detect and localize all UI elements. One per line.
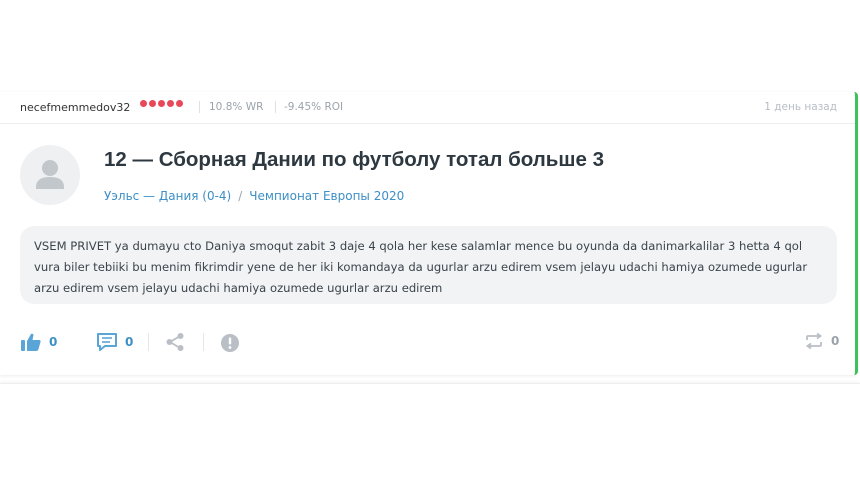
reposts-count: 0 [831,334,840,348]
user-icon [36,160,64,189]
header-divider [199,101,200,113]
breadcrumb-separator: / [238,189,243,203]
share-button[interactable] [165,333,185,351]
comments-button[interactable]: 0 [97,333,133,351]
likes-count: 0 [49,335,58,349]
rating-dot [149,100,156,107]
rating-dot [158,100,165,107]
roi: -9.45% ROI [284,101,344,113]
rating-dot [140,100,147,107]
breadcrumb: Уэльс — Дания (0-4) / Чемпионат Европы 2… [104,189,404,203]
username-link[interactable]: necefmemmedov32 [20,101,130,114]
prediction-card: necefmemmedov32 10.8% WR -9.45% ROI 1 де… [0,92,858,375]
share-icon [166,333,184,351]
rating-dot [176,100,183,107]
post-time: 1 день назад [764,101,837,113]
rating-dot [167,100,174,107]
win-rate: 10.8% WR [209,101,264,113]
comment-text: VSEM PRIVET ya dumayu cto Daniya smoqut … [20,226,837,304]
card-header: necefmemmedov32 10.8% WR -9.45% ROI 1 де… [0,92,855,124]
comments-count: 0 [125,335,134,349]
thumbs-up-icon [21,333,41,351]
match-link[interactable]: Уэльс — Дания (0-4) [104,189,231,203]
report-button[interactable] [220,333,240,353]
avatar[interactable] [20,145,80,205]
alert-icon [221,334,239,352]
repost-icon [805,333,823,349]
page-title: 12 — Сборная Дании по футболу тотал боль… [104,148,604,171]
tournament-link[interactable]: Чемпионат Европы 2020 [249,189,404,203]
footer-divider [148,333,149,351]
rating-dots [140,100,183,107]
next-card [0,383,860,480]
footer-divider [203,333,204,351]
repost-button[interactable]: 0 [805,333,839,349]
card-footer: 0 0 0 [0,329,855,355]
comment-icon [97,333,117,351]
header-divider [275,101,276,113]
like-button[interactable]: 0 [21,333,57,351]
